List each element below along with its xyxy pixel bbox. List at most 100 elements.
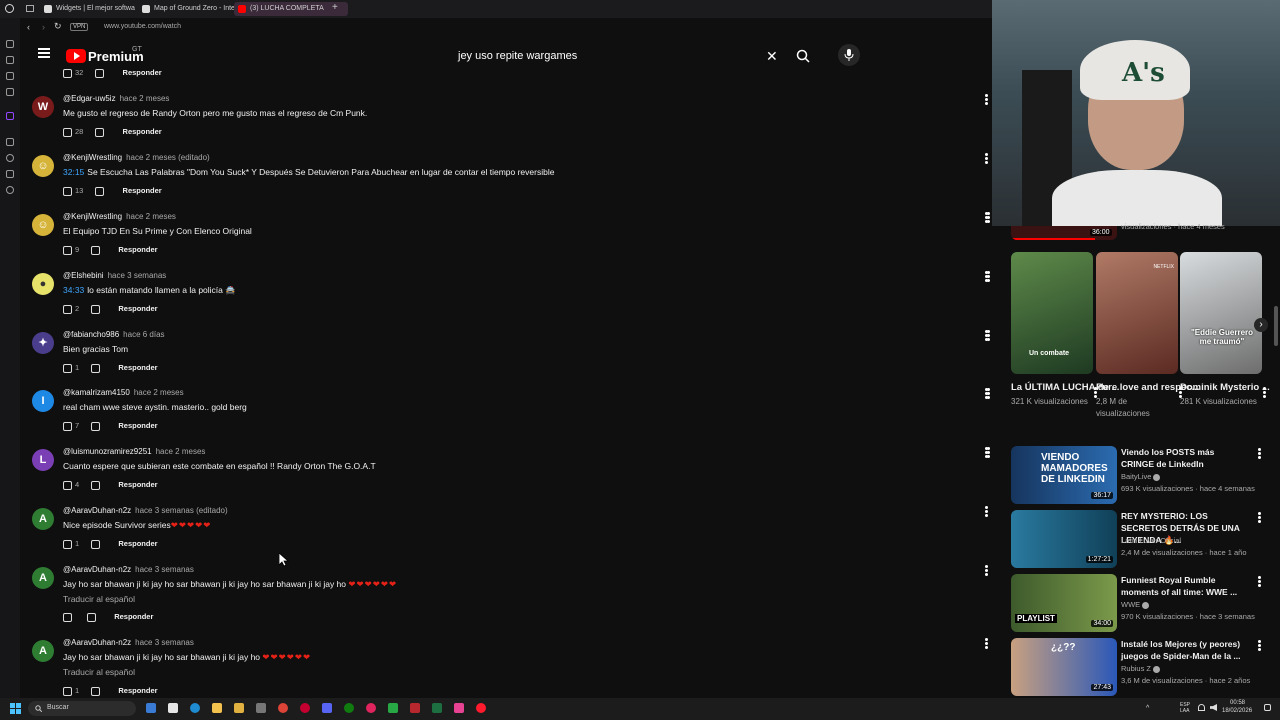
avatar[interactable]: ●	[32, 273, 54, 295]
back-icon[interactable]: ‹	[27, 22, 30, 32]
like-icon[interactable]	[63, 186, 72, 196]
comment-author[interactable]: @AaravDuhan-n2z	[63, 506, 131, 515]
dislike-icon[interactable]	[91, 480, 101, 490]
short-thumbnail[interactable]: Un combate	[1011, 252, 1093, 374]
vpn-badge[interactable]: VPN	[70, 23, 89, 31]
windows-start-icon[interactable]	[10, 703, 21, 714]
recorder-icon[interactable]	[410, 703, 420, 713]
mic-icon[interactable]	[838, 44, 860, 66]
avatar[interactable]: A	[32, 567, 54, 589]
search-input[interactable]: jey uso repite wargames	[458, 50, 577, 62]
taskbar-search-box[interactable]	[28, 701, 136, 716]
rec-more-icon[interactable]	[987, 212, 990, 223]
short-item[interactable]: Un combate La ÚLTIMA LUCHA de ... 321 K …	[1011, 252, 1119, 408]
rec-title[interactable]: Viendo los POSTS más CRINGE de LinkedIn	[1121, 446, 1249, 470]
like-icon[interactable]	[63, 245, 72, 255]
comment-time[interactable]: hace 3 semanas (editado)	[135, 506, 228, 515]
comment-author[interactable]: @KenjiWrestling	[63, 153, 122, 162]
search-icon[interactable]	[796, 49, 810, 63]
translate-link[interactable]: Traducir al español	[63, 594, 135, 604]
reply-button[interactable]: Responder	[114, 612, 153, 621]
edge-icon[interactable]	[190, 703, 200, 713]
rec-more-icon[interactable]	[1258, 448, 1261, 460]
avatar[interactable]: ☺	[32, 214, 54, 236]
short-thumbnail[interactable]: "Eddie Guerrero me traumó"	[1180, 252, 1262, 374]
short-thumbnail[interactable]: NETFLIX	[1096, 252, 1178, 374]
comment-time[interactable]: hace 6 días	[123, 330, 164, 339]
hamburger-menu-icon[interactable]	[38, 48, 50, 58]
rec-more-icon[interactable]	[1258, 576, 1261, 588]
dislike-icon[interactable]	[87, 612, 97, 622]
xbox-icon[interactable]	[344, 703, 354, 713]
like-icon[interactable]	[63, 480, 72, 490]
avatar[interactable]: W	[32, 96, 54, 118]
avatar[interactable]: ✦	[32, 332, 54, 354]
play-icon[interactable]	[388, 703, 398, 713]
dislike-icon[interactable]	[91, 363, 101, 373]
reply-button[interactable]: Responder	[118, 539, 157, 548]
comment-more-icon[interactable]	[985, 638, 988, 650]
reply-button[interactable]: Responder	[118, 304, 157, 313]
sidebar-scrollbar[interactable]	[1274, 306, 1278, 346]
rec-more-icon[interactable]	[987, 447, 990, 458]
browser-logo-icon[interactable]	[5, 4, 14, 13]
dislike-icon[interactable]	[95, 68, 105, 78]
reply-button[interactable]: Responder	[123, 186, 162, 195]
comment-time[interactable]: hace 3 semanas	[108, 271, 167, 280]
url-text[interactable]: www.youtube.com/watch	[104, 23, 181, 30]
tab-widgets[interactable]: Widgets | El mejor softwa	[40, 2, 154, 16]
sidebar-whatsapp-icon[interactable]	[6, 88, 14, 96]
comment-more-icon[interactable]	[985, 94, 988, 106]
comment-author[interactable]: @AaravDuhan-n2z	[63, 638, 131, 647]
rec-video-item[interactable]: PLAYLIST 34:00 Funniest Royal Rumble mom…	[1011, 574, 1271, 632]
media-player-icon[interactable]	[366, 703, 376, 713]
taskbar-search-input[interactable]: Buscar	[47, 704, 69, 711]
sidebar-twitch-icon[interactable]	[6, 112, 14, 120]
short-title[interactable]: La ÚLTIMA LUCHA de ...	[1011, 381, 1119, 394]
clock-time[interactable]: 00:58	[1230, 700, 1245, 706]
rec-more-icon[interactable]	[1258, 512, 1261, 524]
comment-more-icon[interactable]	[985, 153, 988, 165]
wifi-icon[interactable]	[1198, 704, 1205, 711]
dislike-icon[interactable]	[95, 127, 105, 137]
file-explorer-icon[interactable]	[168, 703, 178, 713]
notification-icon[interactable]	[1264, 704, 1271, 711]
rec-more-icon[interactable]	[987, 388, 990, 399]
short-item[interactable]: "Eddie Guerrero me traumó" Dominik Myste…	[1180, 252, 1270, 408]
comment-author[interactable]: @fabiancho986	[63, 330, 119, 339]
tab-youtube[interactable]: (3) LUCHA COMPLETA	[234, 2, 348, 16]
tray-chevron-icon[interactable]: ^	[1146, 705, 1149, 712]
rec-video-item[interactable]: VIENDO MAMADORES DE LINKEDIN 36:17 Viend…	[1011, 446, 1271, 504]
avatar[interactable]: I	[32, 390, 54, 412]
rec-video-item[interactable]: 1:27:21 REY MYSTERIO: LOS SECRETOS DETRÁ…	[1011, 510, 1271, 568]
comment-author[interactable]: @Edgar-uw5iz	[63, 94, 116, 103]
short-title[interactable]: Dominik Mysterio ...	[1180, 381, 1270, 394]
dislike-icon[interactable]	[91, 304, 101, 314]
comment-time[interactable]: hace 2 meses	[156, 447, 206, 456]
sidebar-bookmark-icon[interactable]	[6, 56, 14, 64]
like-icon[interactable]	[63, 127, 72, 137]
rec-title[interactable]: Instalé los Mejores (y peores) juegos de…	[1121, 638, 1249, 662]
sidebar-notes-icon[interactable]	[6, 138, 14, 146]
rec-video-item[interactable]: ¿¿?? 27:43 Instalé los Mejores (y peores…	[1011, 638, 1271, 696]
rec-channel[interactable]: BaityLive	[1121, 472, 1151, 481]
avatar[interactable]: ☺	[32, 155, 54, 177]
comment-time[interactable]: hace 2 meses	[134, 388, 184, 397]
excel-icon[interactable]	[432, 703, 442, 713]
short-title[interactable]: Pure love and respec...	[1096, 381, 1200, 394]
comment-time[interactable]: hace 2 meses	[120, 94, 170, 103]
like-icon[interactable]	[63, 68, 72, 78]
timestamp-link[interactable]: 32:15	[63, 167, 84, 177]
like-icon[interactable]	[63, 363, 72, 373]
dislike-icon[interactable]	[95, 186, 105, 196]
task-view-icon[interactable]	[146, 703, 156, 713]
sidebar-messenger-icon[interactable]	[6, 72, 14, 80]
folder-icon[interactable]	[212, 703, 222, 713]
dislike-icon[interactable]	[91, 539, 101, 549]
forward-icon[interactable]: ›	[42, 22, 45, 32]
tabs-icon[interactable]	[26, 5, 34, 12]
like-icon[interactable]	[63, 686, 72, 696]
comment-author[interactable]: @luismunozramirez9251	[63, 447, 152, 456]
dislike-icon[interactable]	[91, 686, 101, 696]
rec-channel[interactable]: Rubius Z	[1121, 664, 1151, 673]
